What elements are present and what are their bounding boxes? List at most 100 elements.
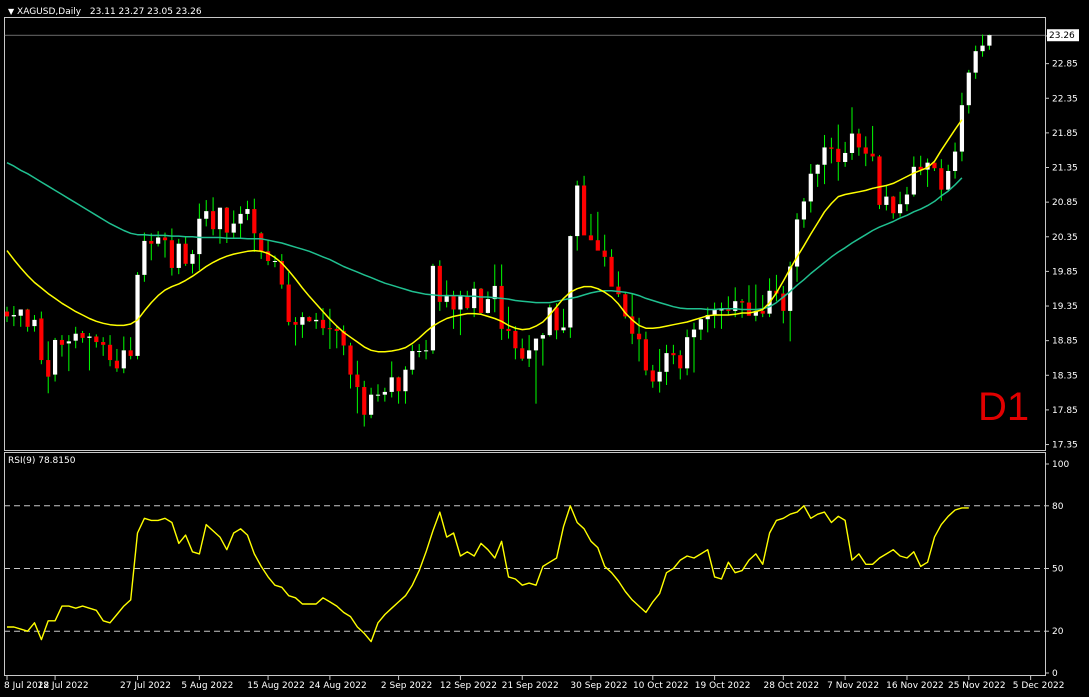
rsi-tick-label: 50 — [1052, 565, 1064, 575]
candle-bear — [183, 243, 188, 264]
candle-bear — [348, 345, 353, 375]
candle-bull — [561, 327, 566, 331]
candle-bull — [946, 170, 951, 190]
candle-bear — [25, 309, 30, 327]
rsi-panel-frame — [4, 452, 1046, 676]
trading-chart-window[interactable]: ▼ XAGUSD,Daily 23.11 23.27 23.05 23.26 2… — [0, 0, 1089, 697]
last-price-label: 23.26 — [1049, 31, 1075, 41]
rsi-tick-label: 20 — [1052, 627, 1064, 637]
price-panel-frame — [4, 17, 1046, 451]
candle-bear — [327, 328, 332, 330]
candle-bear — [252, 209, 257, 234]
time-tick-label: 18 Jul 2022 — [38, 681, 89, 691]
candle-bull — [375, 394, 381, 396]
candle-bull — [176, 243, 181, 268]
candle-bear — [643, 339, 649, 371]
candle-bull — [52, 339, 58, 375]
candle-bull — [417, 351, 422, 353]
time-tick-label: 21 Sep 2022 — [502, 681, 559, 691]
candle-bull — [245, 209, 250, 214]
time-tick-label: 27 Jul 2022 — [120, 681, 171, 691]
candle-bull — [698, 319, 703, 330]
candle-bear — [107, 344, 113, 361]
price-tick-label: 17.35 — [1052, 441, 1078, 451]
candle-bull — [843, 152, 848, 162]
price-tick-label: 21.85 — [1052, 129, 1078, 139]
candle-bear — [101, 342, 106, 345]
candle-bear — [588, 235, 594, 241]
time-tick-label: 30 Sep 2022 — [570, 681, 627, 691]
candle-bull — [527, 350, 532, 359]
candle-bull — [121, 350, 126, 369]
candle-bear — [939, 168, 944, 190]
candle-bear — [877, 156, 882, 205]
candle-bull — [300, 317, 305, 325]
candle-bull — [458, 296, 463, 310]
candle-bear — [293, 321, 298, 325]
candle-bear — [478, 288, 484, 313]
candle-bull — [911, 166, 916, 195]
rsi-title: RSI(9) 78.8150 — [8, 456, 76, 466]
candle-bull — [712, 309, 717, 316]
candle-bull — [382, 391, 387, 395]
candle-bear — [726, 309, 731, 311]
candle-bear — [870, 153, 875, 157]
candle-bear — [581, 185, 587, 236]
candle-bear — [355, 374, 360, 388]
candle-bull — [664, 353, 669, 372]
candle-bear — [650, 370, 655, 382]
candle-bull — [430, 265, 436, 351]
candle-bear — [671, 353, 676, 356]
candle-bear — [437, 265, 442, 302]
candle-bull — [403, 369, 408, 392]
candle-bear — [863, 147, 868, 154]
candle-bear — [162, 237, 168, 241]
candle-bear — [4, 311, 10, 317]
candle-bull — [87, 336, 92, 338]
candle-bull — [472, 288, 477, 309]
candle-bull — [314, 319, 319, 322]
candle-bull — [410, 351, 415, 370]
candle-bear — [94, 336, 99, 343]
time-tick-label: 15 Aug 2022 — [247, 681, 305, 691]
price-tick-label: 21.35 — [1052, 164, 1078, 174]
candle-bear — [609, 256, 614, 287]
price-tick-label: 18.35 — [1052, 371, 1078, 381]
rsi-tick-label: 80 — [1052, 502, 1064, 512]
candle-bull — [822, 147, 827, 165]
candle-bull — [815, 164, 820, 174]
candle-bull — [231, 223, 236, 233]
candle-bear — [362, 387, 367, 415]
candle-bear — [760, 310, 765, 314]
candle-bear — [114, 360, 120, 369]
candle-bear — [334, 328, 339, 331]
time-tick-label: 7 Nov 2022 — [827, 681, 879, 691]
candle-bull — [575, 185, 580, 237]
candle-bull — [980, 45, 985, 52]
candle-bull — [884, 196, 889, 205]
candle-bull — [142, 240, 147, 275]
time-tick-label: 28 Oct 2022 — [763, 681, 819, 691]
price-tick-label: 20.35 — [1052, 233, 1078, 243]
candle-bull — [808, 173, 813, 202]
candle-bull — [272, 261, 278, 263]
candle-bull — [987, 35, 992, 46]
timeframe-badge: D1 — [978, 385, 1030, 429]
candle-bull — [973, 51, 978, 73]
candle-bull — [898, 204, 903, 214]
candle-bear — [59, 339, 65, 345]
candle-bull — [18, 309, 23, 316]
candle-bull — [369, 394, 374, 415]
candle-bear — [286, 284, 291, 322]
ma-slow-line — [6, 162, 963, 311]
candle-bull — [66, 341, 71, 344]
candle-bear — [891, 196, 896, 214]
candle-bull — [389, 377, 394, 392]
time-tick-label: 19 Oct 2022 — [695, 681, 751, 691]
candle-bull — [849, 133, 855, 153]
time-tick-label: 24 Aug 2022 — [309, 681, 367, 691]
chart-canvas[interactable]: 23.2522.8522.3521.8521.3520.8520.3519.85… — [0, 0, 1089, 697]
candle-bear — [307, 317, 312, 322]
candle-bear — [396, 377, 401, 392]
price-tick-label: 18.85 — [1052, 337, 1078, 347]
